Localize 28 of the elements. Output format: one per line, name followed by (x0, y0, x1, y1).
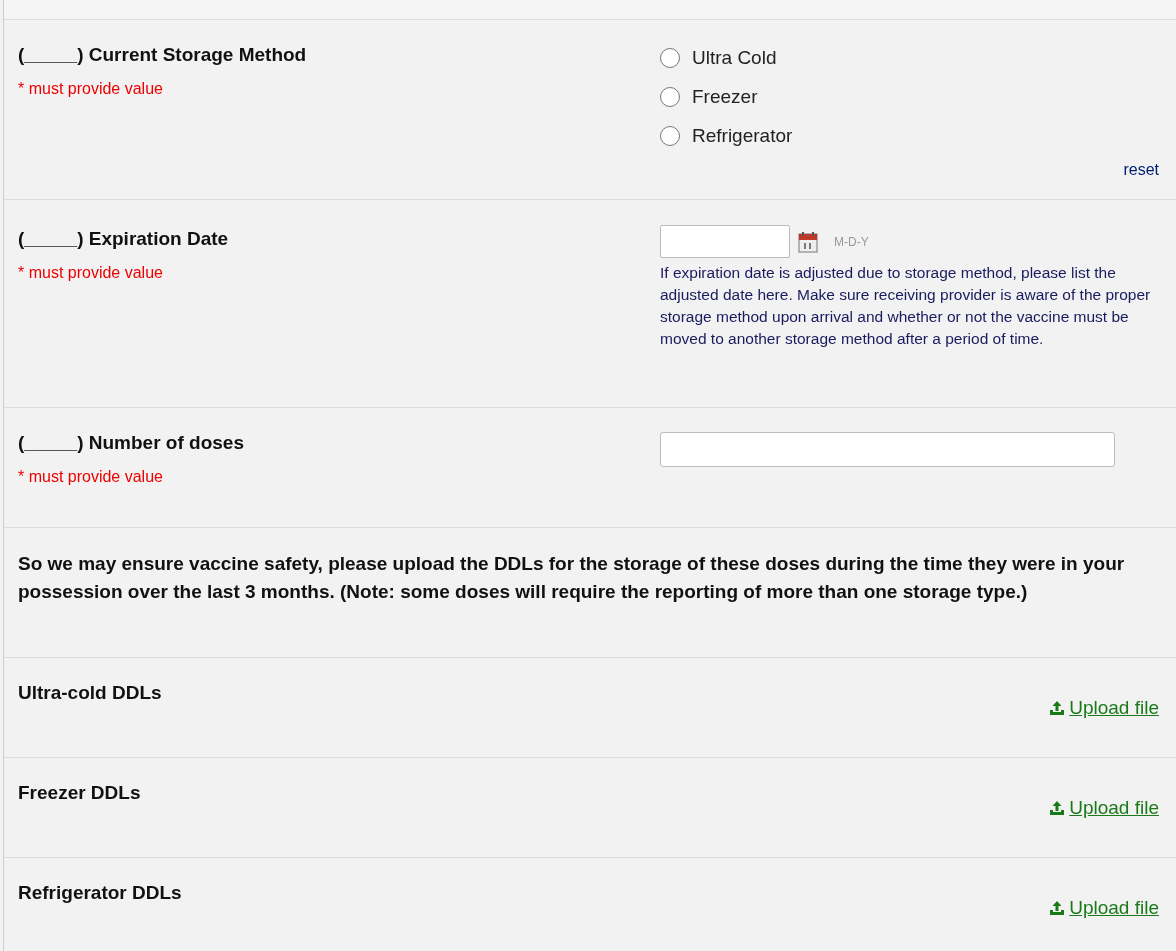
required-note: * must provide value (18, 264, 164, 282)
radio-button[interactable] (660, 86, 680, 107)
upload-file-link[interactable]: Upload file (1049, 697, 1159, 719)
instruction-text: So we may ensure vaccine safety, please upload the DDLs for the storage of these doses during the time they were in your possession over the last 3 months. (Note: some doses will require the reporting of more than one storage type.) (18, 552, 1126, 604)
option-label: Refrigerator (692, 124, 793, 147)
field-label: (_____) Expiration Date (18, 228, 230, 250)
required-note: * must provide value (18, 80, 164, 98)
reset-link[interactable]: reset (1123, 161, 1159, 178)
upload-icon (1049, 900, 1066, 916)
upload-file-link[interactable]: Upload file (1049, 897, 1159, 919)
field-label: Ultra-cold DDLs (18, 682, 162, 705)
option-label: Ultra Cold (692, 46, 777, 69)
radio-button[interactable] (660, 125, 680, 146)
upload-file-link[interactable]: Upload file (1049, 797, 1159, 819)
radio-button[interactable] (660, 47, 680, 68)
field-label: (_____) Number of doses (18, 432, 245, 454)
date-field[interactable] (660, 225, 790, 258)
date-format-hint: M-D-Y (834, 234, 869, 249)
help-text: If expiration date is adjusted due to storage method, please list the adjusted date here. Make sure receiving provider is aware of the proper storage method upon arrival and whether or not the vaccine must be moved to another storage method after a period of time. (660, 263, 1152, 349)
field-label: Freezer DDLs (18, 782, 141, 805)
upload-icon (1049, 800, 1066, 816)
doses-field[interactable] (660, 432, 1115, 467)
upload-icon (1049, 700, 1066, 716)
option-label: Freezer (692, 85, 758, 108)
calendar-icon[interactable] (798, 230, 818, 253)
field-label: (_____) Current Storage Method (18, 44, 308, 66)
field-label: Refrigerator DDLs (18, 882, 182, 905)
required-note: * must provide value (18, 468, 164, 486)
